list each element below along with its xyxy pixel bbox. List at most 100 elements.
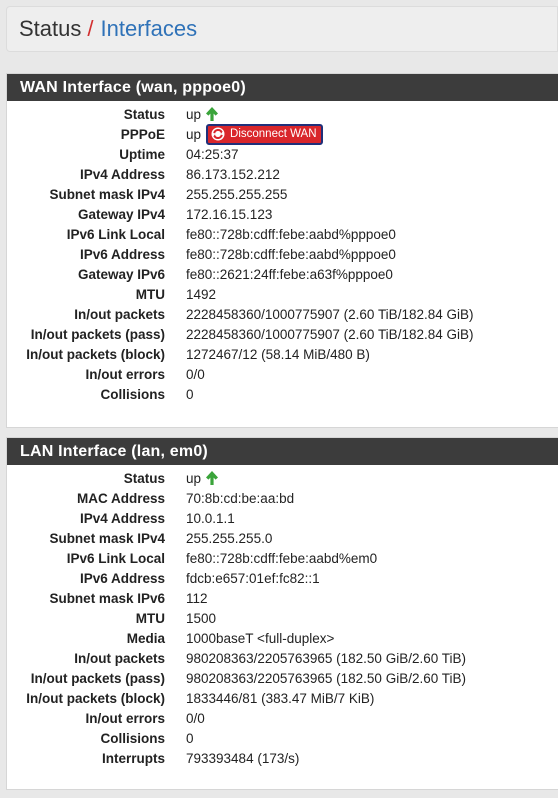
row-label: MTU xyxy=(135,286,165,302)
row-label: IPv4 Address xyxy=(79,166,165,182)
lan-ipv6-link-local-row: IPv6 Link Local fe80::728b:cdff:febe:aab… xyxy=(7,548,558,568)
row-value: 0 xyxy=(186,386,194,402)
row-value: 980208363/2205763965 (182.50 GiB/2.60 Ti… xyxy=(186,670,466,686)
row-label: Gateway IPv6 xyxy=(77,266,165,282)
row-value: 04:25:37 xyxy=(186,146,239,162)
breadcrumb-root: Status xyxy=(19,16,82,41)
row-label: Subnet mask IPv4 xyxy=(49,530,165,546)
breadcrumb-interfaces-link[interactable]: Interfaces xyxy=(101,16,198,42)
row-value: 86.173.152.212 xyxy=(186,166,280,182)
disconnect-icon xyxy=(211,127,225,141)
row-label: PPPoE xyxy=(120,126,165,142)
arrow-up-icon xyxy=(206,107,219,121)
wan-gateway-ipv4-row: Gateway IPv4 172.16.15.123 xyxy=(7,204,558,224)
row-value: 10.0.1.1 xyxy=(186,510,235,526)
lan-inout-errors-row: In/out errors 0/0 xyxy=(7,708,558,728)
wan-inout-packets-row: In/out packets 2228458360/1000775907 (2.… xyxy=(7,304,558,324)
row-label: In/out packets (block) xyxy=(26,346,165,362)
row-value: 172.16.15.123 xyxy=(186,206,273,222)
row-label: Subnet mask IPv6 xyxy=(49,590,165,606)
lan-inout-packets-row: In/out packets 980208363/2205763965 (182… xyxy=(7,648,558,668)
lan-interrupts-row: Interrupts 793393484 (173/s) xyxy=(7,748,558,768)
row-label: In/out errors xyxy=(85,366,165,382)
wan-pppoe-row: PPPoE up Disconnect WAN xyxy=(7,123,558,145)
arrow-up-icon xyxy=(206,471,219,485)
row-value: 0/0 xyxy=(186,710,205,726)
row-label: In/out packets xyxy=(74,306,165,322)
row-value: 1833446/81 (383.47 MiB/7 KiB) xyxy=(186,690,375,706)
wan-uptime-row: Uptime 04:25:37 xyxy=(7,144,558,164)
wan-ipv4-address-row: IPv4 Address 86.173.152.212 xyxy=(7,164,558,184)
row-value: 255.255.255.0 xyxy=(186,530,273,546)
row-label: IPv6 Link Local xyxy=(66,550,165,566)
wan-subnet-ipv4-row: Subnet mask IPv4 255.255.255.255 xyxy=(7,184,558,204)
row-label: IPv4 Address xyxy=(79,510,165,526)
breadcrumb: Status / Interfaces xyxy=(6,6,558,52)
lan-ipv6-address-row: IPv6 Address fdcb:e657:01ef:fc82::1 xyxy=(7,568,558,588)
row-label: MAC Address xyxy=(76,490,165,506)
row-value: up xyxy=(186,126,202,142)
row-label: Collisions xyxy=(100,386,165,402)
row-value: 1272467/12 (58.14 MiB/480 B) xyxy=(186,346,370,362)
row-label: Subnet mask IPv4 xyxy=(49,186,165,202)
row-label: In/out packets (pass) xyxy=(30,670,165,686)
lan-mtu-row: MTU 1500 xyxy=(7,608,558,628)
lan-panel-title: LAN Interface (lan, em0) xyxy=(7,438,558,465)
row-value: 1500 xyxy=(186,610,217,626)
wan-inout-packets-block-row: In/out packets (block) 1272467/12 (58.14… xyxy=(7,344,558,364)
wan-ipv6-address-row: IPv6 Address fe80::728b:cdff:febe:aabd%p… xyxy=(7,244,558,264)
row-label: Status xyxy=(123,106,165,122)
row-label: In/out errors xyxy=(85,710,165,726)
lan-interface-panel: LAN Interface (lan, em0) Status up MAC A… xyxy=(6,437,558,790)
row-value: 2228458360/1000775907 (2.60 TiB/182.84 G… xyxy=(186,306,474,322)
lan-media-row: Media 1000baseT <full-duplex> xyxy=(7,628,558,648)
row-label: In/out packets (block) xyxy=(26,690,165,706)
breadcrumb-separator: / xyxy=(87,16,94,41)
row-label: MTU xyxy=(135,610,165,626)
row-value: 112 xyxy=(186,590,208,606)
lan-mac-address-row: MAC Address 70:8b:cd:be:aa:bd xyxy=(7,488,558,508)
row-label: Interrupts xyxy=(101,750,165,766)
wan-inout-packets-pass-row: In/out packets (pass) 2228458360/1000775… xyxy=(7,324,558,344)
row-value: fe80::2621:24ff:febe:a63f%pppoe0 xyxy=(186,266,393,282)
lan-collisions-row: Collisions 0 xyxy=(7,728,558,748)
wan-gateway-ipv6-row: Gateway IPv6 fe80::2621:24ff:febe:a63f%p… xyxy=(7,264,558,284)
lan-inout-packets-block-row: In/out packets (block) 1833446/81 (383.4… xyxy=(7,688,558,708)
row-label: IPv6 Address xyxy=(79,246,165,262)
row-value: fe80::728b:cdff:febe:aabd%pppoe0 xyxy=(186,226,396,242)
lan-ipv4-address-row: IPv4 Address 10.0.1.1 xyxy=(7,508,558,528)
row-value: 980208363/2205763965 (182.50 GiB/2.60 Ti… xyxy=(186,650,466,666)
row-label: In/out packets xyxy=(74,650,165,666)
disconnect-wan-button[interactable]: Disconnect WAN xyxy=(206,123,323,145)
disconnect-wan-label: Disconnect WAN xyxy=(230,128,317,140)
row-label: Status xyxy=(123,470,165,486)
row-label: Uptime xyxy=(119,146,165,162)
wan-collisions-row: Collisions 0 xyxy=(7,384,558,404)
row-value: 2228458360/1000775907 (2.60 TiB/182.84 G… xyxy=(186,326,474,342)
lan-subnet-ipv4-row: Subnet mask IPv4 255.255.255.0 xyxy=(7,528,558,548)
row-value: 255.255.255.255 xyxy=(186,186,288,202)
row-value: up xyxy=(186,470,202,486)
wan-ipv6-link-local-row: IPv6 Link Local fe80::728b:cdff:febe:aab… xyxy=(7,224,558,244)
lan-status-row: Status up xyxy=(7,468,558,488)
wan-panel-title: WAN Interface (wan, pppoe0) xyxy=(7,74,558,101)
row-label: IPv6 Address xyxy=(79,570,165,586)
row-label: Collisions xyxy=(100,730,165,746)
row-value: up xyxy=(186,106,202,122)
row-label: Gateway IPv4 xyxy=(77,206,165,222)
row-value: fe80::728b:cdff:febe:aabd%em0 xyxy=(186,550,378,566)
row-value: fdcb:e657:01ef:fc82::1 xyxy=(186,570,320,586)
row-label: In/out packets (pass) xyxy=(30,326,165,342)
row-label: Media xyxy=(126,630,165,646)
row-value: 1000baseT <full-duplex> xyxy=(186,630,335,646)
wan-status-row: Status up xyxy=(7,104,558,124)
wan-mtu-row: MTU 1492 xyxy=(7,284,558,304)
row-value: 0/0 xyxy=(186,366,205,382)
row-value: 0 xyxy=(186,730,194,746)
lan-inout-packets-pass-row: In/out packets (pass) 980208363/22057639… xyxy=(7,668,558,688)
row-label: IPv6 Link Local xyxy=(66,226,165,242)
row-value: fe80::728b:cdff:febe:aabd%pppoe0 xyxy=(186,246,396,262)
row-value: 793393484 (173/s) xyxy=(186,750,300,766)
wan-inout-errors-row: In/out errors 0/0 xyxy=(7,364,558,384)
lan-subnet-ipv6-row: Subnet mask IPv6 112 xyxy=(7,588,558,608)
